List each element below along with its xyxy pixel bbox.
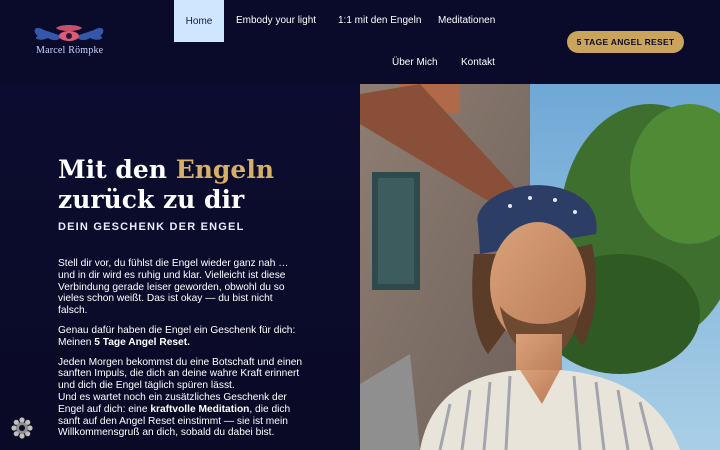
- headline-part2: zurück zu dir: [58, 185, 245, 214]
- meditation-paragraph: Und es wartet noch ein zusätzliches Gesc…: [58, 392, 304, 439]
- hero-portrait-photo: [360, 84, 720, 450]
- headline-part1: Mit den: [58, 155, 176, 184]
- nav-meditationen[interactable]: Meditationen: [438, 15, 495, 26]
- angel-wings-eye-icon: [34, 25, 104, 41]
- site-header: Marcel Römpke Home Embody your light 1:1…: [0, 0, 720, 84]
- hero-body: Stell dir vor, du fühlst die Engel wiede…: [58, 258, 304, 447]
- nav-kontakt[interactable]: Kontakt: [461, 57, 495, 68]
- meditation-name: kraftvolle Meditation: [150, 403, 250, 415]
- brand-logo[interactable]: Marcel Römpke: [30, 22, 108, 62]
- portrait-illustration: [360, 84, 720, 450]
- angel-reset-cta-button[interactable]: 5 TAGE ANGEL RESET: [567, 31, 684, 53]
- hero-headline: Mit den Engeln zurück zu dir: [58, 155, 274, 215]
- hero-subtitle: DEIN GESCHENK DER ENGEL: [58, 221, 245, 233]
- daily-message-paragraph: Jeden Morgen bekommst du eine Botschaft …: [58, 356, 303, 392]
- nav-1-1-mit-den-engeln[interactable]: 1:1 mit den Engeln: [338, 15, 421, 26]
- gift-name: 5 Tage Angel Reset.: [94, 336, 190, 348]
- gift-paragraph: Genau dafür haben die Engel ein Geschenk…: [58, 325, 304, 349]
- intro-paragraph: Stell dir vor, du fühlst die Engel wiede…: [58, 258, 289, 317]
- nav-ueber-mich[interactable]: Über Mich: [392, 57, 438, 68]
- settings-gear-icon[interactable]: [10, 416, 34, 440]
- gear-icon: [11, 417, 33, 439]
- brand-name: Marcel Römpke: [36, 45, 104, 56]
- headline-highlight: Engeln: [175, 155, 274, 184]
- nav-home-label: Home: [185, 15, 213, 27]
- nav-embody-your-light[interactable]: Embody your light: [236, 15, 316, 26]
- nav-home[interactable]: Home: [174, 0, 224, 42]
